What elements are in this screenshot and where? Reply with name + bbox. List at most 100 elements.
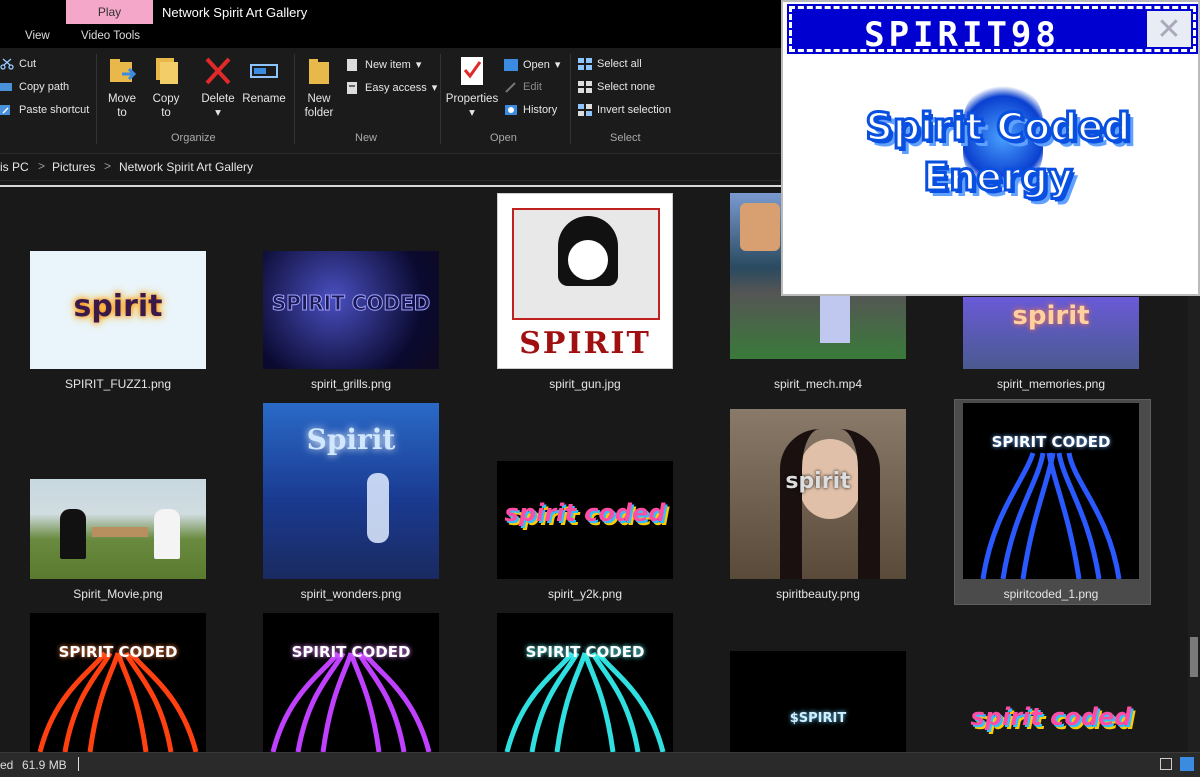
thumbnail[interactable]: spirit [730,409,906,579]
history-button[interactable]: History [504,104,557,116]
move-to-icon [108,56,137,86]
easy-access-button[interactable]: Easy access ▾ [346,81,437,94]
popup-artwork: Spirit Coded Energy [803,72,1183,282]
select-all-icon [578,58,592,70]
copy-path-button[interactable]: Copy path [0,81,69,93]
thumbnail[interactable]: spirit coded [963,687,1139,752]
new-folder-icon [305,56,333,86]
dropdown-arrow-icon: ▾ [469,107,475,119]
properties-button[interactable]: Properties ▾ [444,56,500,120]
thumb-text: $SPIRIT [789,711,847,726]
history-icon [504,104,518,116]
cut-button[interactable]: Cut [0,58,36,70]
history-label: History [523,104,558,116]
file-name[interactable]: spiritcoded_1.png [951,587,1151,601]
edit-label: Edit [523,81,542,93]
file-name[interactable]: spiritbeauty.png [718,587,918,601]
thumbnail[interactable]: SPIRIT CODED [263,613,439,752]
copy-to-button[interactable]: Copy to [148,56,184,120]
paste-shortcut-label: Paste shortcut [19,104,90,116]
thumbnail[interactable]: SPIRIT [497,193,673,369]
file-name[interactable]: spirit_grills.png [251,377,451,391]
file-name[interactable]: SPIRIT_FUZZ1.png [18,377,218,391]
scrollbar-thumb[interactable] [1190,637,1198,677]
spirit98-popup-window: SPIRIT98 ✕ Spirit Coded Energy [781,0,1200,296]
address-bar[interactable]: is PC > Pictures > Network Spirit Art Ga… [0,155,790,181]
breadcrumb-separator: > [104,159,112,173]
dropdown-arrow-icon: ▾ [554,59,561,71]
thumbnail[interactable]: Spirit [263,403,439,579]
thumbnail[interactable]: SPIRIT CODED [30,613,206,752]
copy-to-icon [152,56,180,86]
move-to-button[interactable]: Move to [104,56,140,120]
thumbnail[interactable]: $SPIRIT [730,651,906,752]
tab-view[interactable]: View [25,30,50,42]
easy-access-icon [346,81,360,94]
select-group-label: Select [610,132,641,144]
thumb-text: SPIRIT CODED [271,291,431,316]
thumbnail[interactable]: spirit [30,251,206,369]
thumbnail[interactable]: SPIRIT CODED [263,251,439,369]
breadcrumb-pictures[interactable]: Pictures [52,160,95,174]
copy-path-label: Copy path [19,81,70,93]
move-to-label2: to [117,107,127,119]
copy-path-icon [0,81,14,93]
select-none-label: Select none [597,81,656,93]
thumbnail[interactable] [30,479,206,579]
thumbnail[interactable]: SPIRIT CODED [497,613,673,752]
large-icons-view-icon[interactable] [1180,757,1194,771]
breadcrumb-this-pc[interactable]: is PC [0,160,29,174]
new-item-button[interactable]: New item ▾ [346,58,421,71]
thumb-text: spirit [1012,301,1090,331]
thumbnail[interactable]: spirit [963,297,1139,369]
open-label: Open [523,58,550,71]
rename-icon [250,56,278,86]
invert-selection-icon [578,104,592,116]
tab-video-tools[interactable]: Video Tools [81,30,140,42]
thumb-text: spirit [73,289,163,324]
rename-button[interactable]: Rename [242,56,286,106]
thumb-text: SPIRIT CODED [991,433,1111,451]
select-all-button[interactable]: Select all [578,58,642,70]
breadcrumb-folder[interactable]: Network Spirit Art Gallery [119,160,253,174]
dropdown-arrow-icon: ▾ [215,107,221,119]
file-name[interactable]: spirit_mech.mp4 [718,377,918,391]
thumb-text: spirit [785,469,851,494]
delete-x-icon [204,56,232,86]
file-name[interactable]: Spirit_Movie.png [18,587,218,601]
file-name[interactable]: spirit_memories.png [951,377,1151,391]
edit-button[interactable]: Edit [504,81,542,93]
play-tab[interactable]: Play [66,0,153,24]
thumb-text: SPIRIT CODED [525,643,645,661]
ribbon-separator [294,54,295,144]
copy-to-label: Copy [152,93,180,105]
dropdown-arrow-icon: ▾ [431,82,438,94]
invert-selection-button[interactable]: Invert selection [578,104,671,116]
select-none-button[interactable]: Select none [578,81,655,93]
new-folder-button[interactable]: New folder [300,56,338,120]
ribbon-separator [570,54,571,144]
details-view-icon[interactable] [1160,758,1172,770]
figure-face [568,240,608,280]
close-icon[interactable]: ✕ [1147,11,1191,47]
copy-to-label2: to [161,107,171,119]
thumbnail[interactable]: SPIRIT CODED [963,403,1139,579]
open-button[interactable]: Open ▾ [504,58,560,71]
hair-shape [780,429,880,579]
popup-title: SPIRIT98 [864,15,1060,55]
file-name[interactable]: spirit_y2k.png [485,587,685,601]
window-title: Network Spirit Art Gallery [162,5,308,20]
paste-shortcut-button[interactable]: Paste shortcut [0,104,89,116]
popup-title-bar[interactable]: SPIRIT98 ✕ [787,4,1198,55]
thumb-text: Spirit [306,423,396,456]
art-text: Spirit Coded Energy [864,104,1132,201]
neon-lines-blue [980,452,1122,579]
open-icon [504,58,518,71]
status-selected: ed [0,758,14,772]
file-name[interactable]: spirit_wonders.png [251,587,451,601]
open-group-label: Open [490,132,517,144]
select-all-label: Select all [597,58,642,70]
thumbnail[interactable]: spirit coded [497,461,673,579]
file-name[interactable]: spirit_gun.jpg [485,377,685,391]
delete-button[interactable]: Delete ▾ [198,56,238,120]
